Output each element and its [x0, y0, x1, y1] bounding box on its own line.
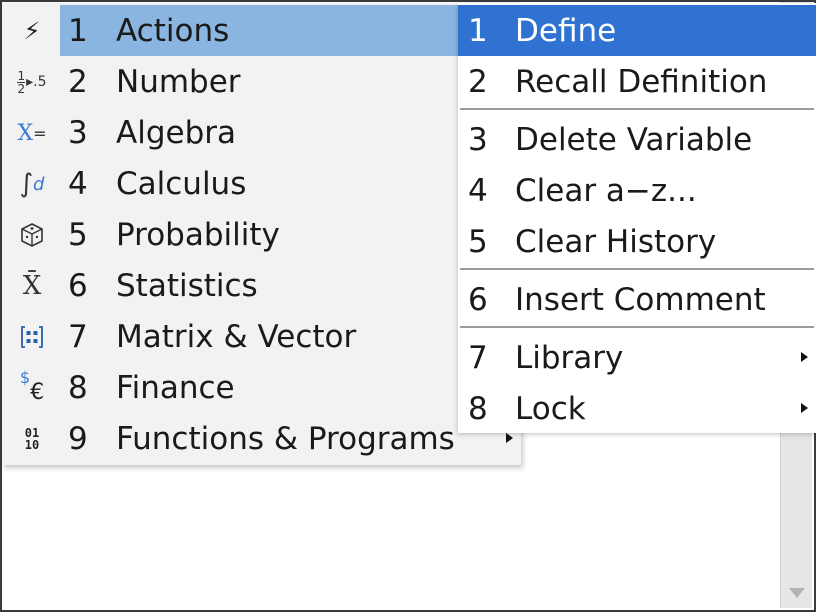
submenu-item-number: 7	[468, 340, 488, 376]
menu-item-label: Matrix & Vector	[116, 319, 357, 355]
submenu-item-number: 6	[468, 282, 488, 318]
menu-item-number: 2	[68, 64, 88, 100]
fraction-glyph: 12	[17, 68, 26, 96]
menu-item-label: Probability	[116, 217, 280, 253]
menu-item-statistics[interactable]: X̄ 6 Statistics	[2, 260, 521, 311]
menu-item-matrix-vector[interactable]: 7 Matrix & Vector	[2, 311, 521, 362]
submenu-item-number: 8	[468, 391, 488, 427]
dice-icon	[8, 217, 56, 253]
dice-glyph	[21, 223, 43, 247]
submenu-item-label: Clear History	[515, 224, 717, 260]
submenu-item-label: Lock	[515, 391, 586, 427]
menu-item-number: 9	[68, 421, 88, 457]
menu-item-label: Actions	[116, 13, 230, 49]
fraction-bottom: 2	[17, 81, 26, 96]
submenu-item-label: Delete Variable	[515, 122, 753, 158]
submenu-item-label: Define	[515, 13, 617, 49]
euro-glyph: €	[30, 379, 45, 405]
submenu-item-define[interactable]: 1 Define	[458, 5, 816, 56]
submenu-arrow-icon	[801, 352, 808, 362]
submenu-arrow-icon	[801, 403, 808, 413]
integral-derivative-icon: ∫ d	[8, 166, 56, 202]
submenu-item-label: Recall Definition	[515, 64, 768, 100]
fraction-top: 1	[17, 68, 26, 83]
submenu-item-clear-a-z[interactable]: 4 Clear a−z...	[458, 165, 816, 216]
submenu-item-insert-comment[interactable]: 6 Insert Comment	[458, 274, 816, 325]
submenu-item-number: 4	[468, 173, 488, 209]
submenu-item-recall-definition[interactable]: 2 Recall Definition	[458, 56, 816, 107]
submenu-item-clear-history[interactable]: 5 Clear History	[458, 216, 816, 267]
menu-item-actions[interactable]: ⚡ 1 Actions	[2, 5, 521, 56]
menu-item-finance[interactable]: $ € 8 Finance	[2, 362, 521, 413]
menu-item-number: 5	[68, 217, 88, 253]
submenu-item-number: 3	[468, 122, 488, 158]
menu-item-functions-programs[interactable]: 01 10 9 Functions & Programs	[2, 413, 521, 464]
menu-item-number: 8	[68, 370, 88, 406]
x-bar-glyph: X̄	[22, 271, 42, 301]
menu-item-algebra[interactable]: X = 3 Algebra	[2, 107, 521, 158]
x-equals-icon: X =	[8, 115, 56, 151]
submenu-item-label: Clear a−z...	[515, 173, 697, 209]
derivative-glyph: d	[33, 173, 45, 195]
binary-program-icon: 01 10	[8, 421, 56, 457]
submenu-item-lock[interactable]: 8 Lock	[458, 383, 816, 434]
menu-item-label: Functions & Programs	[116, 421, 455, 457]
submenu-arrow-icon	[506, 433, 513, 443]
submenu-item-number: 1	[468, 13, 488, 49]
submenu-item-library[interactable]: 7 Library	[458, 332, 816, 383]
lightning-icon: ⚡	[23, 17, 41, 45]
menu-separator	[460, 326, 814, 328]
menu-item-number[interactable]: 12 ▸.5 2 Number	[2, 56, 521, 107]
actions-submenu: 1 Define 2 Recall Definition 3 Delete Va…	[458, 3, 816, 433]
matrix-glyph	[21, 326, 43, 348]
submenu-item-number: 5	[468, 224, 488, 260]
menu-separator	[460, 108, 814, 110]
menu-item-probability[interactable]: 5 Probability	[2, 209, 521, 260]
currency-icon: $ €	[8, 368, 56, 406]
menu-separator	[460, 268, 814, 270]
submenu-item-label: Insert Comment	[515, 282, 766, 318]
fraction-decimal-icon: 12 ▸.5	[8, 64, 56, 100]
menu-item-label: Statistics	[116, 268, 258, 304]
integral-glyph: ∫	[19, 169, 34, 199]
x-glyph: X	[17, 120, 34, 146]
matrix-icon	[8, 319, 56, 355]
x-bar-icon: X̄	[8, 268, 56, 304]
menu-item-number: 6	[68, 268, 88, 304]
menu-item-label: Calculus	[116, 166, 247, 202]
main-menu: ⚡ 1 Actions 12 ▸.5 2 Number X = 3 Algebr…	[2, 3, 521, 465]
menu-item-calculus[interactable]: ∫ d 4 Calculus	[2, 158, 521, 209]
menu-item-number: 4	[68, 166, 88, 202]
equals-glyph: =	[33, 123, 47, 143]
submenu-item-label: Library	[515, 340, 624, 376]
menu-item-label: Algebra	[116, 115, 236, 151]
menu-item-number: 3	[68, 115, 88, 151]
submenu-item-number: 2	[468, 64, 488, 100]
submenu-item-delete-variable[interactable]: 3 Delete Variable	[458, 114, 816, 165]
menu-item-number: 1	[68, 13, 88, 49]
decimal-glyph: ▸.5	[26, 74, 47, 90]
menu-item-label: Number	[116, 64, 241, 100]
scroll-down-arrow-icon[interactable]	[789, 588, 805, 598]
binary-bottom: 10	[24, 438, 40, 452]
menu-item-number: 7	[68, 319, 88, 355]
menu-item-label: Finance	[116, 370, 235, 406]
binary-glyph: 01 10	[25, 427, 39, 451]
dollar-glyph: $	[19, 368, 31, 387]
